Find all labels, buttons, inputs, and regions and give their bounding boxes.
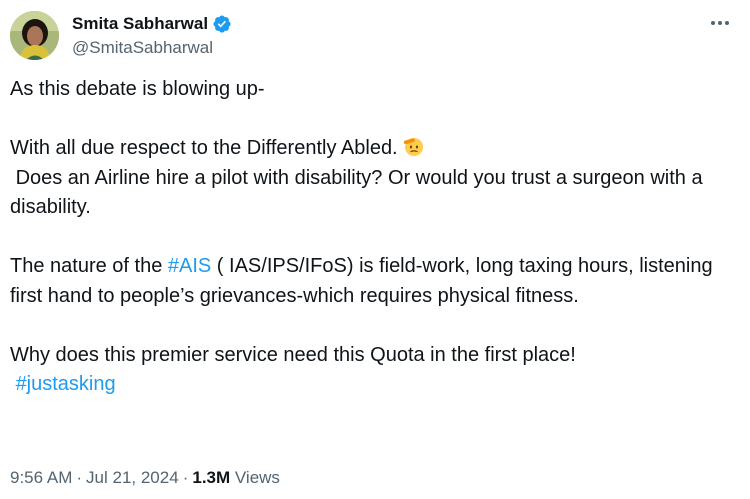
tweet-meta: 9:56 AM · Jul 21, 2024 · 1.3M Views <box>10 467 280 489</box>
display-name[interactable]: Smita Sabharwal <box>72 13 208 35</box>
views-label: Views <box>234 468 280 487</box>
saluting-face-emoji-icon <box>402 135 424 157</box>
views-count: 1.3M <box>192 468 231 487</box>
tweet-card: Smita Sabharwal @SmitaSabharwal As this … <box>0 0 750 499</box>
tweet-line-3: Does an Airline hire a pilot with disabi… <box>10 166 709 219</box>
hashtag-ais-link[interactable]: #AIS <box>168 255 211 277</box>
tweet-line-1: As this debate is blowing up- <box>10 78 265 100</box>
tweet-time[interactable]: 9:56 AM <box>10 468 72 487</box>
meta-separator: · <box>182 468 189 487</box>
tweet-text: As this debate is blowing up- With all d… <box>10 75 730 400</box>
avatar[interactable] <box>10 11 59 60</box>
tweet-line-2-text: With all due respect to the Differently … <box>10 137 398 159</box>
more-options-icon[interactable] <box>708 11 732 35</box>
handle[interactable]: @SmitaSabharwal <box>72 37 232 59</box>
tweet-line-2: With all due respect to the Differently … <box>10 134 730 164</box>
tweet-paragraph-3: The nature of the #AIS ( IAS/IPS/IFoS) i… <box>10 252 730 311</box>
meta-separator: · <box>76 468 83 487</box>
author-block: Smita Sabharwal @SmitaSabharwal <box>72 13 232 59</box>
tweet-paragraph-4: Why does this premier service need this … <box>10 343 576 366</box>
tweet-date[interactable]: Jul 21, 2024 <box>86 468 179 487</box>
hashtag-justasking-link[interactable]: #justasking <box>16 373 116 395</box>
verified-badge-icon <box>212 14 232 34</box>
hashtag-line: #justasking <box>10 370 730 400</box>
para3-prefix: The nature of the <box>10 255 168 277</box>
